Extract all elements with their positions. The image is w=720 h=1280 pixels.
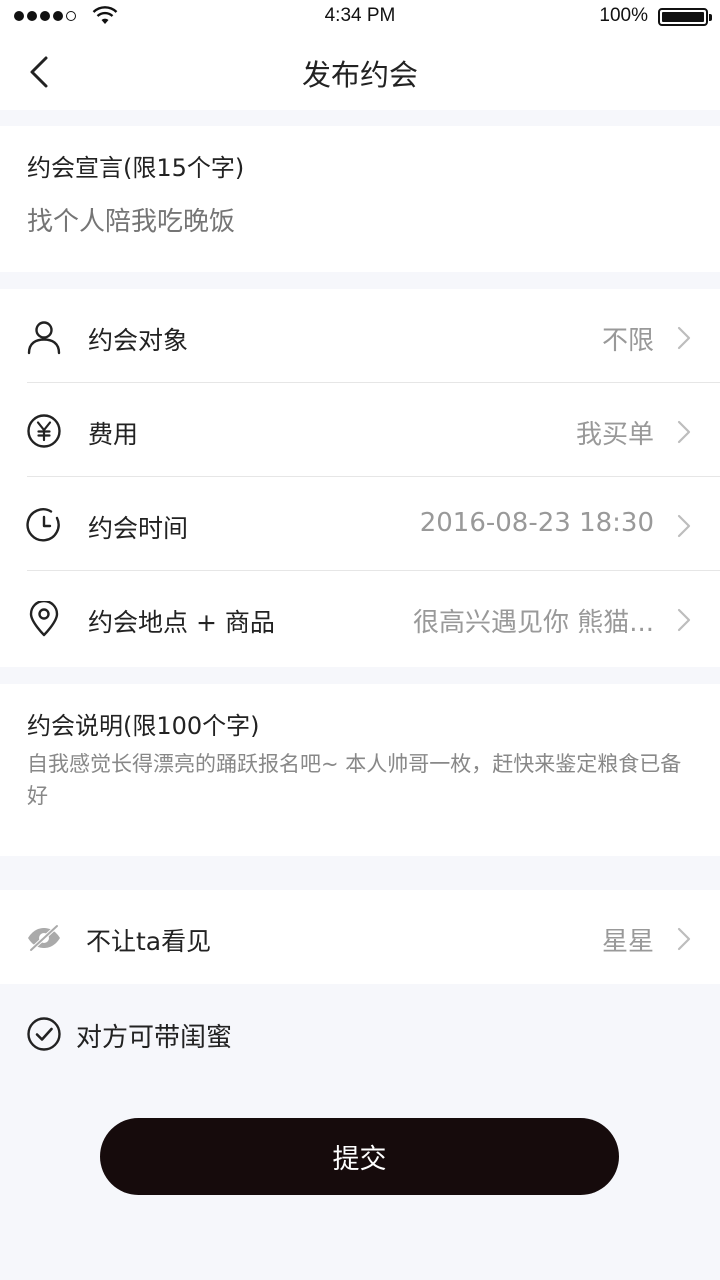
- row-date-time[interactable]: 约会时间 2016-08-23 18:30: [0, 477, 720, 571]
- row-value: 不限: [601, 326, 654, 356]
- chevron-right-icon: [677, 514, 691, 538]
- chevron-right-icon: [677, 420, 691, 444]
- manifesto-label: 约会宣言(限15个字): [27, 154, 245, 182]
- bestie-checkbox[interactable]: 对方可带闺蜜: [0, 1000, 720, 1066]
- manifesto-card: 约会宣言(限15个字): [0, 126, 720, 272]
- check-circle-icon[interactable]: [26, 1016, 62, 1052]
- row-value: 星星: [601, 927, 654, 957]
- row-label: 费用: [88, 420, 139, 449]
- description-label: 约会说明(限100个字): [27, 712, 260, 740]
- description-card[interactable]: 约会说明(限100个字) 自我感觉长得漂亮的踊跃报名吧~ 本人帅哥一枚，赶快来鉴…: [0, 684, 720, 856]
- row-value: 我买单: [575, 420, 654, 450]
- status-bar: 4:34 PM 100%: [0, 0, 720, 34]
- eye-slash-icon: [28, 924, 60, 952]
- date-settings-list: 约会对象 不限 费用 我买单 约会时间 2016-08-23 18:30 约会地…: [0, 289, 720, 667]
- battery-icon: [658, 8, 712, 26]
- chevron-right-icon: [677, 326, 691, 350]
- description-text[interactable]: 自我感觉长得漂亮的踊跃报名吧~ 本人帅哥一枚，赶快来鉴定粮食已备好: [27, 748, 687, 812]
- row-cost[interactable]: 费用 我买单: [0, 383, 720, 477]
- row-label: 约会对象: [88, 326, 189, 355]
- row-location-goods[interactable]: 约会地点 + 商品 很高兴遇见你 熊猫...: [0, 571, 720, 665]
- hide-from-row[interactable]: 不让ta看见 星星: [0, 890, 720, 984]
- location-pin-icon: [29, 601, 59, 637]
- row-label: 约会地点 + 商品: [88, 608, 275, 637]
- submit-button[interactable]: 提交: [100, 1118, 619, 1195]
- row-date-target[interactable]: 约会对象 不限: [0, 289, 720, 383]
- nav-bar: 发布约会: [0, 34, 720, 110]
- yuan-icon: [27, 414, 61, 448]
- battery-percent: 100%: [599, 5, 648, 26]
- chevron-right-icon: [677, 927, 691, 951]
- chevron-right-icon: [677, 608, 691, 632]
- row-value: 2016-08-23 18:30: [419, 508, 654, 538]
- person-icon: [27, 321, 61, 355]
- clock-icon: [26, 508, 60, 542]
- row-value: 很高兴遇见你 熊猫...: [412, 608, 654, 638]
- row-label: 不让ta看见: [86, 927, 212, 956]
- bestie-label: 对方可带闺蜜: [76, 1023, 233, 1053]
- hide-from-row-inner: 不让ta看见 星星: [0, 890, 720, 984]
- page-title: 发布约会: [301, 58, 418, 92]
- row-label: 约会时间: [88, 514, 189, 543]
- manifesto-input[interactable]: [27, 204, 687, 240]
